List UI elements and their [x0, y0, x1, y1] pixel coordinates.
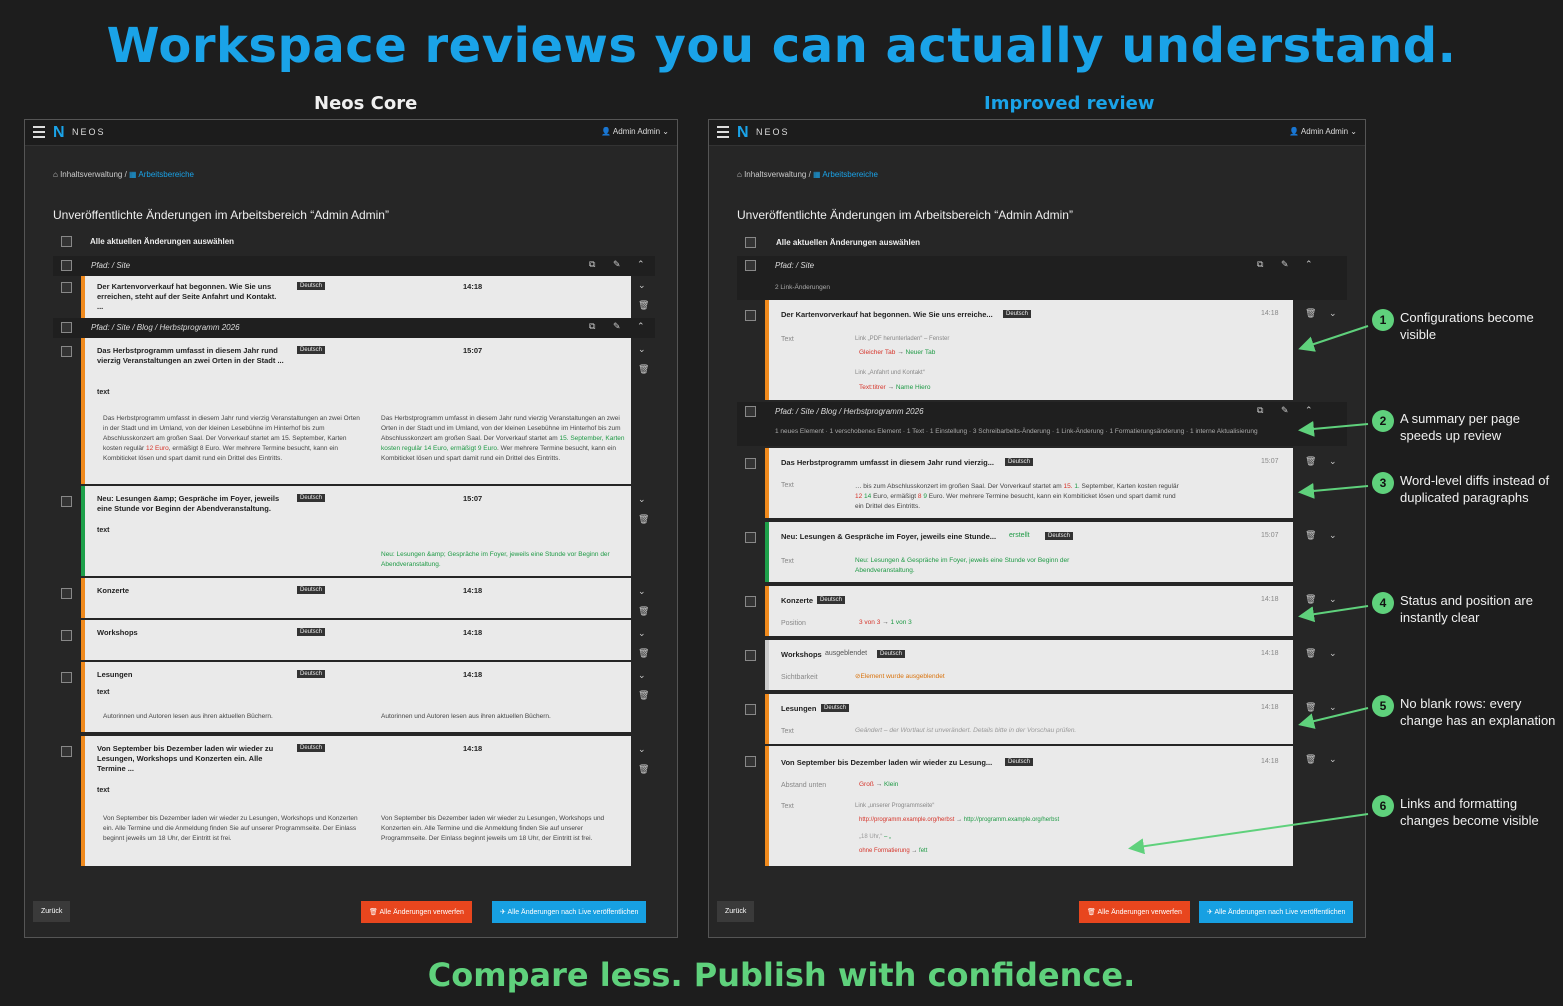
slide: Workspace reviews you can actually under…	[0, 0, 1563, 1006]
arrow-1	[1298, 325, 1369, 352]
tagline: Compare less. Publish with confidence.	[427, 956, 1136, 994]
arrow-3	[1298, 482, 1369, 499]
arrow-5	[1298, 707, 1369, 729]
arrow-4	[1298, 605, 1369, 623]
annotation-arrows	[1128, 325, 1369, 855]
arrow-6	[1128, 813, 1369, 855]
arrow-2	[1298, 420, 1369, 437]
